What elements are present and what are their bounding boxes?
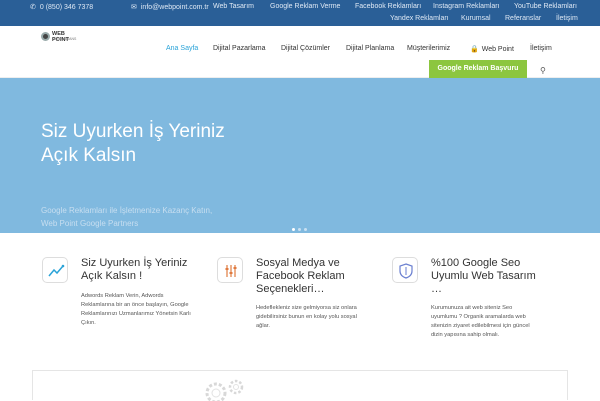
- feature-text: Adwords Reklam Verin, Adwords Reklamların…: [81, 293, 191, 326]
- nav-item-dijital-cozumler[interactable]: Dijital Çözümler: [281, 45, 330, 52]
- feature-title: Siz Uyurken İş Yeriniz Açık Kalsın !: [81, 257, 188, 282]
- hero-slider: Siz Uyurken İş Yeriniz Açık Kalsın Googl…: [0, 78, 600, 233]
- google-reklam-basvuru-button[interactable]: Google Reklam Başvuru: [429, 60, 527, 78]
- hero-subtitle-line2: Web Point Google Partners: [41, 219, 139, 228]
- toplink-web-tasarim[interactable]: Web Tasarım: [213, 3, 254, 10]
- slider-dot-1[interactable]: [292, 228, 295, 231]
- logo[interactable]: WEB POINT DİJİTAL AJANS: [41, 31, 81, 43]
- toplink-instagram[interactable]: Instagram Reklamları: [433, 3, 500, 10]
- slider-dot-2[interactable]: [298, 228, 301, 231]
- toplink-youtube[interactable]: YouTube Reklamları: [514, 3, 577, 10]
- search-icon[interactable]: ⚲: [540, 66, 546, 75]
- email-contact[interactable]: ✉ info@webpoint.com.tr: [131, 3, 209, 11]
- envelope-icon: ✉: [131, 4, 137, 11]
- slider-pagination: [292, 218, 310, 236]
- lock-icon: 🔒: [470, 46, 479, 53]
- toplink-kurumsal[interactable]: Kurumsal: [461, 15, 491, 22]
- hero-title-line2: Açık Kalsın: [41, 145, 137, 166]
- bottom-section: [32, 370, 568, 401]
- phone-number: 0 (850) 346 7378: [39, 4, 94, 11]
- hero-title-line1: Siz Uyurken İş Yeriniz: [41, 121, 225, 142]
- nav-item-ana-sayfa[interactable]: Ana Sayfa: [166, 45, 198, 52]
- toplink-yandex[interactable]: Yandex Reklamları: [390, 15, 449, 22]
- nav-item-web-point[interactable]: 🔒 Web Point: [470, 45, 514, 53]
- nav-item-musterilerimiz[interactable]: Müşterilerimiz: [407, 45, 450, 52]
- toplink-facebook[interactable]: Facebook Reklamları: [355, 3, 421, 10]
- logo-globe-icon: [41, 32, 50, 41]
- email-address: info@webpoint.com.tr: [140, 4, 209, 11]
- shield-icon: [392, 257, 418, 283]
- logo-subtitle: DİJİTAL AJANS: [52, 37, 77, 41]
- chart-line-icon: [42, 257, 68, 283]
- toplink-referanslar[interactable]: Referanslar: [505, 15, 541, 22]
- gears-icon: [205, 379, 244, 401]
- nav-item-dijital-planlama[interactable]: Dijital Planlama: [346, 45, 394, 52]
- sliders-icon: [217, 257, 243, 283]
- slider-dot-3[interactable]: [304, 228, 307, 231]
- toplink-google-reklam[interactable]: Google Reklam Verme: [270, 3, 340, 10]
- nav-item-dijital-pazarlama[interactable]: Dijital Pazarlama: [213, 45, 266, 52]
- top-bar: ✆ 0 (850) 346 7378 ✉ info@webpoint.com.tr …: [0, 0, 600, 26]
- feature-title: Sosyal Medya ve Facebook Reklam Seçenekler…: [256, 257, 345, 295]
- toplink-iletisim[interactable]: İletişim: [556, 15, 578, 22]
- phone-icon: ✆: [30, 4, 36, 11]
- feature-text: Kurumunuza ait web siteniz Seo uyumlumu ?…: [431, 305, 530, 338]
- hero-subtitle-line1: Google Reklamları ile İşletmenize Kazanç…: [41, 206, 213, 215]
- feature-title: %100 Google Seo Uyumlu Web Tasarım…: [431, 257, 536, 295]
- nav-item-iletisim[interactable]: İletişim: [530, 45, 552, 52]
- phone-contact[interactable]: ✆ 0 (850) 346 7378: [30, 3, 93, 11]
- feature-text: Hedeflekleniz size gelmiyorsa siz onlara…: [256, 305, 357, 329]
- nav-item-web-point-label: Web Point: [481, 46, 514, 53]
